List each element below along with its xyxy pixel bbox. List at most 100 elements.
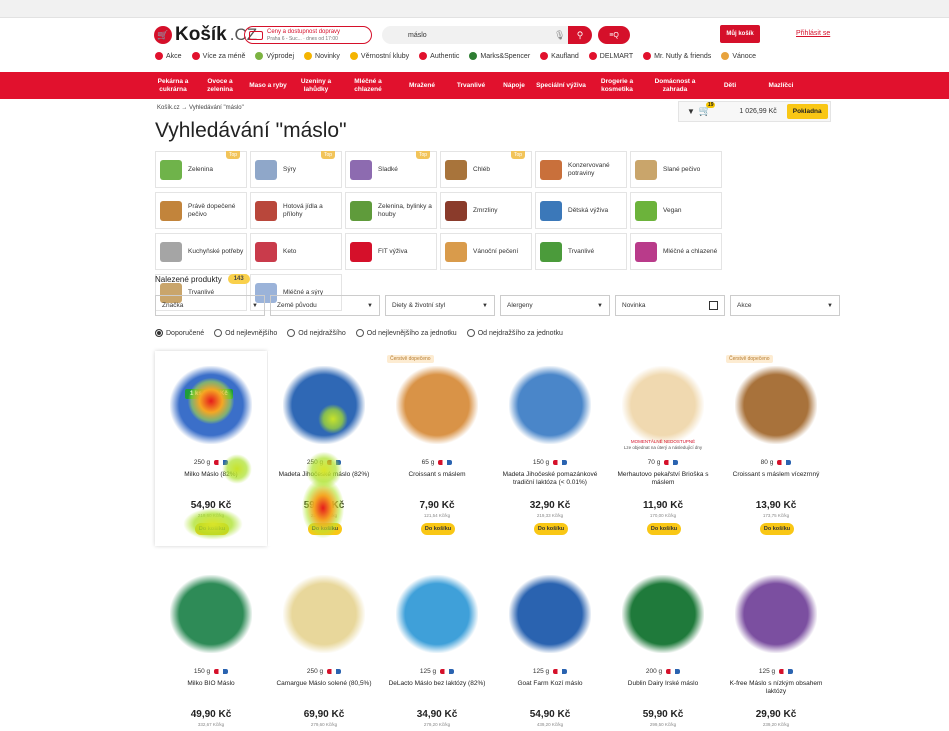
product-name[interactable]: DeLacto Máslo bez laktózy (82%) xyxy=(387,680,487,688)
nav-item[interactable]: Mražené xyxy=(396,72,448,99)
radio-button[interactable] xyxy=(287,329,296,337)
filter-dropdown[interactable]: Země původu ▼ xyxy=(270,295,380,316)
product-name[interactable]: Goat Farm Kozí máslo xyxy=(500,680,600,688)
add-to-cart-button[interactable]: Do košíku xyxy=(308,523,342,535)
category-tile[interactable]: Vegan xyxy=(630,192,722,229)
site-logo[interactable]: 🛒 Košík .CZ xyxy=(154,24,257,46)
shortcut-item[interactable]: DELMART xyxy=(588,52,633,60)
filter-dropdown[interactable]: Alergeny ▼ xyxy=(500,295,610,316)
product-name[interactable]: K-free Máslo s nízkým obsahem laktózy xyxy=(726,680,826,696)
category-tile[interactable]: Zelenina, bylinky a houby xyxy=(345,192,437,229)
shortcut-item[interactable]: Marks&Spencer xyxy=(469,52,530,60)
product-name[interactable]: Camargue Máslo solené (80,5%) xyxy=(274,680,374,688)
filter-dropdown[interactable]: Diety & životní styl ▼ xyxy=(385,295,495,316)
radio-button[interactable] xyxy=(155,329,163,337)
product-card[interactable]: 1 ks 54,90 Kč 250 g Milko Máslo (82%) 54,90… xyxy=(155,351,267,546)
search-button[interactable]: ⚲ xyxy=(568,26,592,44)
category-tile[interactable]: Trvanlivé xyxy=(535,233,627,270)
nav-item[interactable]: Trvanlivé xyxy=(448,72,494,99)
add-to-cart-button[interactable]: Do košíku xyxy=(195,523,229,535)
product-card[interactable]: 150 g Milko BIO Máslo 49,90 Kč 332,67 Kč/kg… xyxy=(155,560,267,731)
nav-item[interactable]: Drogerie a kosmetika xyxy=(588,72,646,99)
product-image[interactable] xyxy=(396,575,478,653)
search-input[interactable]: máslo xyxy=(408,32,554,39)
shortcut-item[interactable]: Věrnostní kluby xyxy=(349,52,409,60)
product-name[interactable]: Croissant s máslem xyxy=(387,471,487,479)
add-to-cart-button[interactable]: Do košíku xyxy=(647,523,681,535)
nav-item[interactable]: Maso a ryby xyxy=(244,72,292,99)
filter-dropdown[interactable]: Značka ▼ xyxy=(155,295,265,316)
shortcut-item[interactable]: Kaufland xyxy=(540,52,579,60)
product-image[interactable] xyxy=(283,575,365,653)
product-name[interactable]: Dublin Dairy Irské máslo xyxy=(613,680,713,688)
category-tile[interactable]: Vánoční pečení xyxy=(440,233,532,270)
product-card[interactable]: 200 g Dublin Dairy Irské máslo 59,90 Kč 299… xyxy=(607,560,719,731)
add-to-cart-button[interactable]: Do košíku xyxy=(421,523,455,535)
nav-item[interactable]: Mazlíčci xyxy=(756,72,806,99)
product-name[interactable]: Madeta Jihočeské máslo (82%) xyxy=(274,471,374,479)
add-to-cart-button[interactable]: Do košíku xyxy=(760,523,794,535)
category-tile[interactable]: Mléčné a chlazené xyxy=(630,233,722,270)
sort-option[interactable]: Od nejdražšího za jednotku xyxy=(466,329,563,337)
nav-item[interactable]: Děti xyxy=(704,72,756,99)
nav-item[interactable]: Uzeniny a lahůdky xyxy=(292,72,340,99)
nav-item[interactable]: Speciální výživa xyxy=(534,72,588,99)
product-image[interactable] xyxy=(283,366,365,444)
product-card[interactable]: Čerstvě dopečeno 80 g Croissant s máslem v… xyxy=(720,351,832,546)
category-tile[interactable]: Dětská výživa xyxy=(535,192,627,229)
product-card[interactable]: Čerstvě dopečeno 65 g Croissant s máslem 7,… xyxy=(381,351,493,546)
product-name[interactable]: Croissant s máslem vícezrnný xyxy=(726,471,826,479)
product-card[interactable]: 125 g Goat Farm Kozí máslo 54,90 Kč 439,20 … xyxy=(494,560,606,731)
product-name[interactable]: Merhautovo pekařství Brioška s máslem xyxy=(613,471,713,487)
product-card[interactable]: 250 g Camargue Máslo solené (80,5%) 69,90 … xyxy=(268,560,380,731)
checkout-button[interactable]: Pokladna xyxy=(786,104,828,119)
sort-option[interactable]: Od nejdražšího xyxy=(287,329,346,337)
shortcut-item[interactable]: Vánoce xyxy=(721,52,756,60)
shortcut-item[interactable]: Akce xyxy=(155,52,182,60)
shortcut-item[interactable]: Authentic xyxy=(419,52,459,60)
category-tile[interactable]: Chléb Top xyxy=(440,151,532,188)
cart-icon[interactable]: 🛒 19 xyxy=(699,102,716,117)
shortcut-item[interactable]: Více za méně xyxy=(191,52,245,60)
sort-option[interactable]: Od nejlevnějšího za jednotku xyxy=(355,329,457,337)
product-card[interactable]: MOMENTÁLNĚ NEDOSTUPNÉ Lze objednat na úte… xyxy=(607,351,719,546)
chevron-down-icon[interactable]: ▼ xyxy=(687,107,695,116)
search-filter-button[interactable]: ≡Q xyxy=(598,26,630,44)
product-image[interactable] xyxy=(509,366,591,444)
breadcrumb[interactable]: Košík.cz → Vyhledávání "máslo" xyxy=(157,105,244,111)
category-tile[interactable]: Keto xyxy=(250,233,342,270)
product-image[interactable] xyxy=(735,575,817,653)
product-card[interactable]: 125 g K-free Máslo s nízkým obsahem laktó… xyxy=(720,560,832,731)
product-image[interactable] xyxy=(622,575,704,653)
category-tile[interactable]: Sladké Top xyxy=(345,151,437,188)
product-card[interactable]: 150 g Madeta Jihočeské pomazánkové tradič… xyxy=(494,351,606,546)
product-image[interactable] xyxy=(170,575,252,653)
category-tile[interactable]: Sýry Top xyxy=(250,151,342,188)
sort-option[interactable]: Doporučené xyxy=(155,329,204,337)
login-link[interactable]: Přihlásit se xyxy=(796,30,830,37)
shortcut-item[interactable]: Výprodej xyxy=(255,52,294,60)
product-image[interactable] xyxy=(170,366,252,444)
category-tile[interactable]: Zmrzliny xyxy=(440,192,532,229)
shortcut-item[interactable]: Novinky xyxy=(304,52,340,60)
microphone-icon[interactable]: 🎙 xyxy=(554,30,565,40)
product-name[interactable]: Milko Máslo (82%) xyxy=(161,471,261,479)
nav-item[interactable]: Mléčné a chlazené xyxy=(340,72,396,99)
product-image[interactable] xyxy=(509,575,591,653)
category-tile[interactable]: Kuchyňské potřeby xyxy=(155,233,247,270)
category-tile[interactable]: Slané pečivo xyxy=(630,151,722,188)
filter-checkbox[interactable]: Novinka xyxy=(615,295,725,316)
radio-button[interactable] xyxy=(466,329,475,337)
nav-item[interactable]: Domácnost a zahrada xyxy=(646,72,704,99)
product-image[interactable] xyxy=(622,366,704,444)
radio-button[interactable] xyxy=(355,329,364,337)
product-image[interactable] xyxy=(396,366,478,444)
nav-item[interactable]: Nápoje xyxy=(494,72,534,99)
product-name[interactable]: Milko BIO Máslo xyxy=(161,680,261,688)
category-tile[interactable]: Konzervované potraviny xyxy=(535,151,627,188)
nav-item[interactable]: Ovoce a zelenina xyxy=(196,72,244,99)
checkbox-icon[interactable] xyxy=(709,301,718,310)
add-to-cart-button[interactable]: Do košíku xyxy=(534,523,568,535)
my-cart-button[interactable]: Můj košík xyxy=(720,25,760,43)
category-tile[interactable]: Hotová jídla a přílohy xyxy=(250,192,342,229)
